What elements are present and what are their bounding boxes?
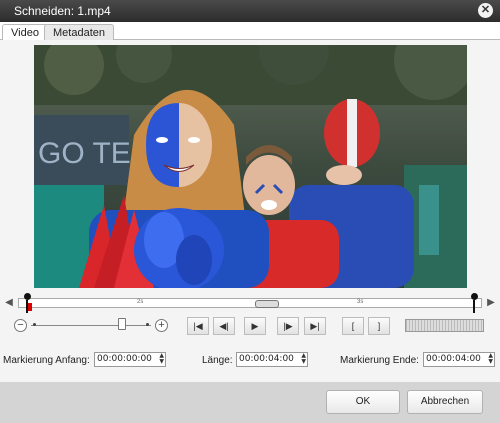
length-field[interactable]: 00:00:04:00 ▲ ▼ — [236, 352, 308, 367]
dialog-footer: OK Abbrechen — [0, 382, 500, 423]
zoom-slider-dot — [33, 323, 36, 326]
length-label: Länge: — [202, 355, 233, 366]
timeline-scroll-right-icon[interactable]: ▶ — [485, 296, 497, 310]
jog-shuttle[interactable] — [405, 319, 484, 332]
end-marker-value: 00:00:04:00 — [426, 354, 481, 364]
end-marker-field[interactable]: 00:00:04:00 ▲ ▼ — [423, 352, 495, 367]
length-value: 00:00:04:00 — [239, 354, 294, 364]
mark-out-handle[interactable] — [471, 293, 478, 313]
skip-to-start-icon[interactable]: |◀ — [187, 317, 209, 335]
start-marker-field[interactable]: 00:00:00:00 ▲ ▼ — [94, 352, 166, 367]
tab-video[interactable]: Video — [2, 24, 48, 41]
zoom-slider-dot — [146, 323, 149, 326]
video-preview: GO TE — [34, 45, 467, 288]
background-sign-text: GO TE — [38, 137, 131, 170]
mark-out-icon[interactable]: ] — [368, 317, 390, 335]
editor-panel: GO TE ◀ 2s 3s ▶ − + |◀ ◀| ▶ |▶ ▶| [] Ma… — [0, 40, 500, 423]
minus-circle-icon[interactable]: − — [14, 319, 27, 332]
timeline[interactable]: ◀ 2s 3s ▶ — [0, 292, 500, 313]
timeline-scroll-thumb[interactable] — [255, 300, 279, 308]
title-bar: Schneiden: 1.mp4 ✕ — [0, 0, 500, 22]
tab-metadaten[interactable]: Metadaten — [44, 24, 114, 40]
mark-in-icon[interactable]: [ — [342, 317, 364, 335]
video-frame-image: GO TE — [34, 45, 467, 288]
next-frame-icon[interactable]: |▶ — [277, 317, 299, 335]
spinner-icon[interactable]: ▲ ▼ — [159, 353, 164, 365]
playhead[interactable] — [28, 303, 32, 311]
previous-frame-icon[interactable]: ◀| — [213, 317, 235, 335]
timeline-tick-label: 2s — [137, 299, 144, 305]
close-icon[interactable]: ✕ — [478, 3, 493, 18]
start-marker-label: Markierung Anfang: — [3, 355, 90, 366]
zoom-slider-thumb[interactable] — [118, 318, 126, 330]
plus-circle-icon[interactable]: + — [155, 319, 168, 332]
timeline-scroll-left-icon[interactable]: ◀ — [3, 296, 15, 310]
play-icon[interactable]: ▶ — [244, 317, 266, 335]
timeline-track[interactable]: 2s 3s — [18, 293, 482, 313]
spinner-icon[interactable]: ▲ ▼ — [488, 353, 493, 365]
marker-fields: Markierung Anfang: 00:00:00:00 ▲ ▼ Länge:… — [0, 352, 500, 372]
spinner-icon[interactable]: ▲ ▼ — [301, 353, 306, 365]
window-title: Schneiden: 1.mp4 — [14, 4, 111, 18]
cancel-button[interactable]: Abbrechen — [407, 390, 483, 414]
ok-button[interactable]: OK — [326, 390, 400, 414]
end-marker-label: Markierung Ende: — [340, 355, 419, 366]
start-marker-value: 00:00:00:00 — [97, 354, 152, 364]
playback-controls: − + |◀ ◀| ▶ |▶ ▶| [ ] — [0, 316, 500, 338]
tab-bar: Video Metadaten — [0, 22, 500, 41]
timeline-tick-label: 3s — [357, 299, 364, 305]
zoom-slider-track[interactable] — [31, 325, 151, 326]
skip-to-end-icon[interactable]: ▶| — [304, 317, 326, 335]
